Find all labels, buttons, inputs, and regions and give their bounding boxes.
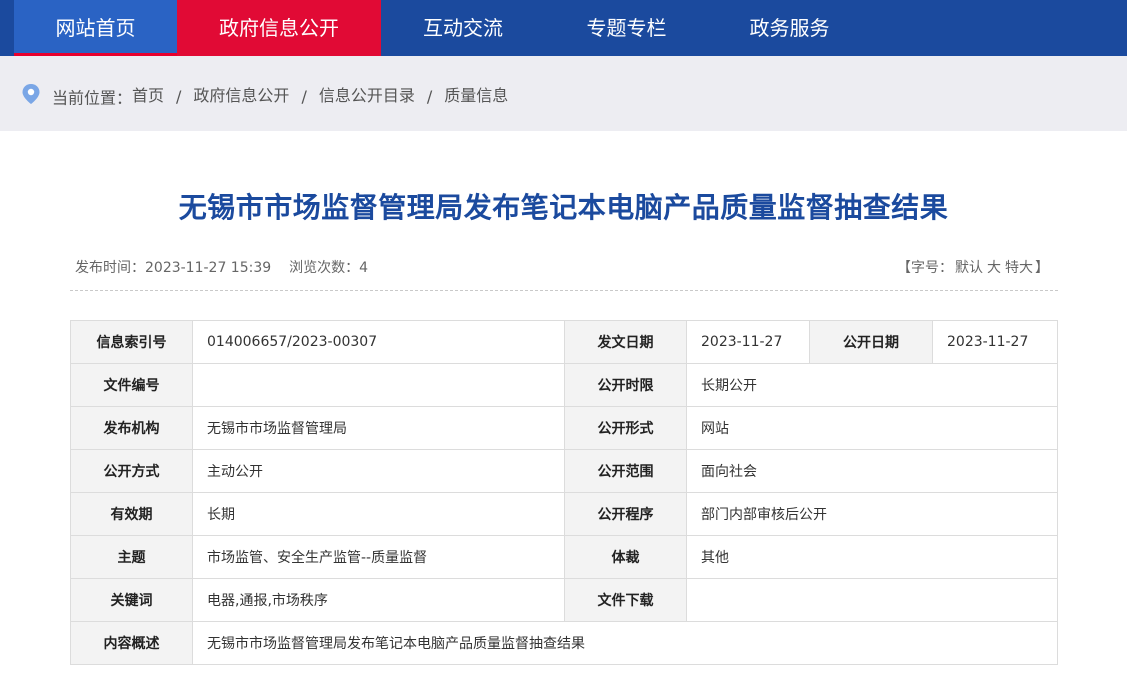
download-label: 文件下载: [564, 578, 687, 622]
table-row: 信息索引号 014006657/2023-00307 发文日期 2023-11-…: [70, 320, 1058, 364]
summary-value: 无锡市市场监督管理局发布笔记本电脑产品质量监督抽查结果: [192, 621, 1058, 665]
issue-date-label: 发文日期: [564, 320, 687, 364]
breadcrumb-quality-info[interactable]: 质量信息: [444, 86, 508, 105]
publish-time-label: 发布时间：: [75, 260, 145, 276]
breadcrumb-separator: /: [426, 87, 433, 106]
publisher-label: 发布机构: [70, 406, 193, 450]
topic-value: 市场监管、安全生产监管--质量监督: [192, 535, 565, 579]
font-size-large[interactable]: 大: [987, 260, 1001, 276]
publisher-value: 无锡市市场监督管理局: [192, 406, 565, 450]
open-method-label: 公开方式: [70, 449, 193, 493]
top-nav: 网站首页 政府信息公开 互动交流 专题专栏 政务服务: [0, 0, 1127, 56]
location-pin-icon: [22, 84, 40, 104]
font-size-bracket: 】: [1035, 260, 1049, 276]
table-row: 有效期 长期 公开程序 部门内部审核后公开: [70, 492, 1058, 536]
table-row: 内容概述 无锡市市场监督管理局发布笔记本电脑产品质量监督抽查结果: [70, 621, 1058, 665]
table-row: 关键词 电器,通报,市场秩序 文件下载: [70, 578, 1058, 622]
open-scope-value: 面向社会: [686, 449, 1058, 493]
font-size-label: 【字号：: [897, 260, 953, 276]
breadcrumb-home[interactable]: 首页: [132, 86, 164, 105]
publish-time: 2023-11-27 15:39: [145, 260, 272, 276]
doc-no-value: [192, 363, 565, 407]
nav-services[interactable]: 政务服务: [708, 0, 871, 56]
genre-label: 体裁: [564, 535, 687, 579]
table-row: 发布机构 无锡市市场监督管理局 公开形式 网站: [70, 406, 1058, 450]
nav-gov-info[interactable]: 政府信息公开: [177, 0, 381, 56]
nav-home[interactable]: 网站首页: [14, 0, 177, 56]
open-date-label: 公开日期: [809, 320, 933, 364]
table-row: 主题 市场监管、安全生产监管--质量监督 体裁 其他: [70, 535, 1058, 579]
font-size-xlarge[interactable]: 特大: [1005, 260, 1033, 276]
open-scope-label: 公开范围: [564, 449, 687, 493]
breadcrumb-separator: /: [301, 87, 307, 106]
breadcrumb-bar: 当前位置：首页 / 政府信息公开 / 信息公开目录 / 质量信息: [0, 56, 1127, 131]
nav-interaction[interactable]: 互动交流: [381, 0, 545, 56]
info-table: 信息索引号 014006657/2023-00307 发文日期 2023-11-…: [70, 320, 1058, 665]
index-no-label: 信息索引号: [70, 320, 193, 364]
breadcrumb-prefix: 当前位置：: [52, 88, 133, 108]
validity-value: 长期: [192, 492, 565, 536]
genre-value: 其他: [686, 535, 1058, 579]
doc-no-label: 文件编号: [70, 363, 193, 407]
open-procedure-label: 公开程序: [564, 492, 687, 536]
keywords-label: 关键词: [70, 578, 193, 622]
breadcrumb-catalog[interactable]: 信息公开目录: [319, 86, 415, 105]
font-size-default[interactable]: 默认: [955, 260, 983, 276]
article-title: 无锡市市场监督管理局发布笔记本电脑产品质量监督抽查结果: [178, 191, 949, 224]
nav-topics[interactable]: 专题专栏: [545, 0, 708, 56]
views-count: 4: [359, 260, 369, 276]
download-value[interactable]: [686, 578, 1058, 622]
article-meta: 发布时间：2023-11-27 15:39 浏览次数：4: [75, 257, 368, 277]
views-label: 浏览次数：: [289, 260, 360, 276]
validity-label: 有效期: [70, 492, 193, 536]
breadcrumb-separator: /: [176, 87, 182, 106]
open-period-label: 公开时限: [564, 363, 687, 407]
topic-label: 主题: [70, 535, 193, 579]
font-size-switcher: 【字号： 默认大特大】: [897, 257, 1049, 277]
table-row: 公开方式 主动公开 公开范围 面向社会: [70, 449, 1058, 493]
index-no-value: 014006657/2023-00307: [192, 320, 565, 364]
breadcrumb: 当前位置：首页 / 政府信息公开 / 信息公开目录 / 质量信息: [52, 82, 508, 109]
open-form-value: 网站: [686, 406, 1058, 450]
open-method-value: 主动公开: [192, 449, 565, 493]
keywords-value: 电器,通报,市场秩序: [192, 578, 565, 622]
divider: [70, 290, 1058, 291]
issue-date-value: 2023-11-27: [686, 320, 810, 364]
open-procedure-value: 部门内部审核后公开: [686, 492, 1058, 536]
summary-label: 内容概述: [70, 621, 193, 665]
table-row: 文件编号 公开时限 长期公开: [70, 363, 1058, 407]
open-form-label: 公开形式: [564, 406, 687, 450]
breadcrumb-gov-info[interactable]: 政府信息公开: [193, 86, 289, 105]
open-period-value: 长期公开: [686, 363, 1058, 407]
open-date-value: 2023-11-27: [932, 320, 1058, 364]
